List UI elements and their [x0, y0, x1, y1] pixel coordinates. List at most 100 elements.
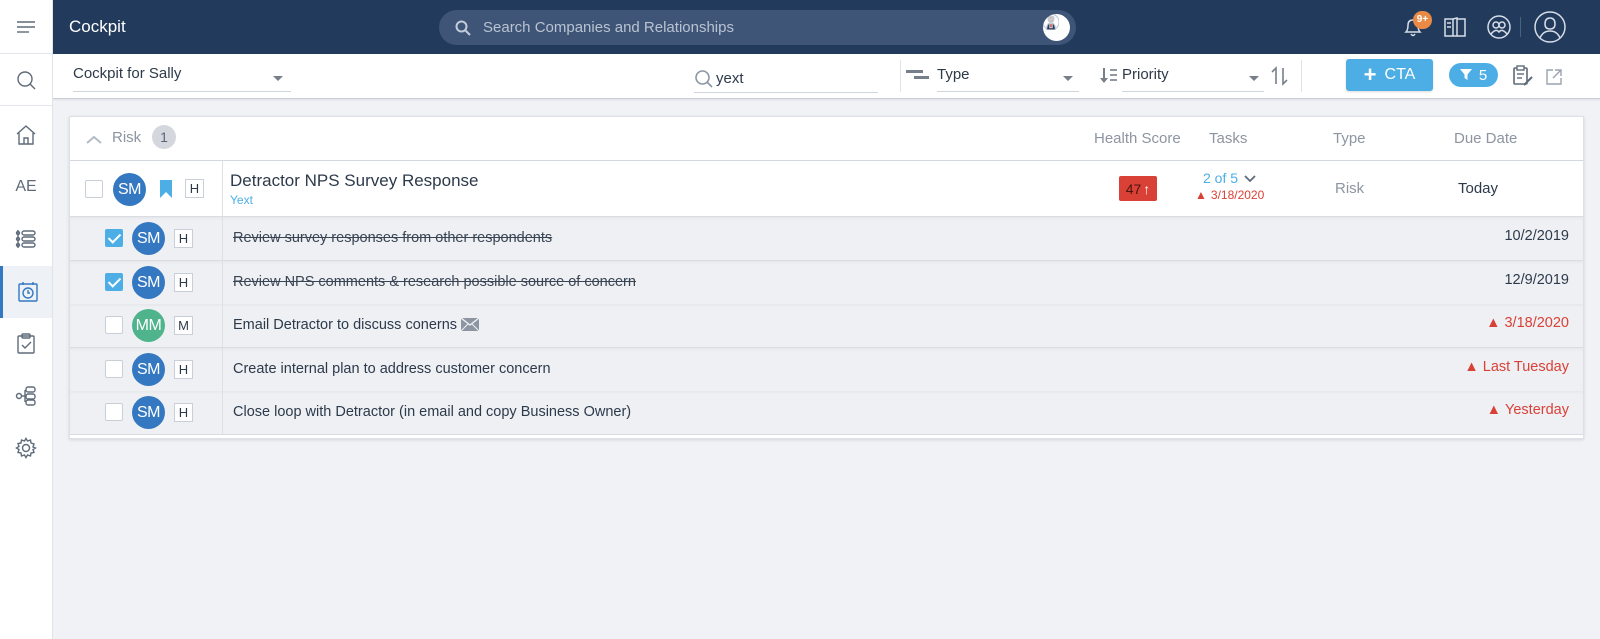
task-checkbox[interactable]	[105, 272, 123, 291]
column-divider	[222, 260, 223, 304]
clipboard-edit-icon[interactable]	[1512, 65, 1534, 87]
user-profile-icon	[1534, 11, 1566, 43]
bookmark-icon[interactable]	[160, 180, 172, 198]
toolbar-divider	[1301, 60, 1302, 92]
user-profile-button[interactable]	[1534, 11, 1566, 43]
filter-button[interactable]: 5	[1449, 63, 1498, 87]
sort-direction-icon[interactable]	[1271, 66, 1289, 86]
task-due-date: ▲ 3/18/2020	[1486, 315, 1569, 331]
health-score-badge: 47 ↑	[1119, 176, 1157, 201]
task-title[interactable]: Review survey responses from other respo…	[233, 230, 552, 246]
task-title[interactable]: Review NPS comments & research possible …	[233, 274, 636, 290]
chevron-up-icon[interactable]	[84, 130, 104, 148]
tasks-due-date: ▲ 3/18/2020	[1195, 188, 1264, 202]
task-row[interactable]: SM H Create internal plan to address custo…	[70, 347, 1583, 392]
task-row[interactable]: SM H Review NPS comments & research possib…	[70, 260, 1583, 305]
task-due-value: 10/2/2019	[1504, 228, 1569, 244]
cta-due-date: Today	[1458, 180, 1499, 197]
rail-search-button[interactable]	[0, 54, 52, 106]
column-divider	[222, 304, 223, 348]
task-title-text: Close loop with Detractor (in email and …	[233, 404, 632, 421]
cta-row[interactable]: SM H Detractor NPS Survey Response Yext …	[70, 161, 1583, 217]
task-row[interactable]: SM H Review survey responses from other re…	[70, 217, 1583, 261]
clipboard-check-icon	[17, 333, 35, 354]
rail-item-hierarchy[interactable]	[0, 370, 52, 422]
priority-badge: H	[185, 179, 204, 198]
task-title-text: Email Detractor to discuss conerns	[233, 317, 458, 334]
resources-button[interactable]	[1442, 14, 1468, 40]
rail-item-cockpit[interactable]	[0, 266, 52, 318]
rail-item-settings[interactable]	[0, 422, 52, 474]
people-button[interactable]	[1486, 14, 1512, 40]
cta-title[interactable]: Detractor NPS Survey Response	[230, 171, 479, 191]
task-title[interactable]: Create internal plan to address customer…	[233, 361, 551, 377]
cockpit-toolbar: Cockpit for Sally Type Priority + CTA 5	[53, 54, 1600, 99]
priority-badge: H	[174, 403, 193, 423]
column-header-health-score[interactable]: Health Score	[1094, 130, 1181, 147]
warning-icon: ▲	[1486, 402, 1502, 419]
people-icon	[1487, 15, 1511, 39]
rail-item-ae-label: AE	[15, 178, 37, 195]
home-icon	[16, 125, 36, 145]
app-title: Cockpit	[69, 17, 126, 36]
cockpit-search-input[interactable]	[716, 70, 866, 87]
task-due-value: 12/9/2019	[1504, 271, 1569, 288]
task-title-text: Review survey responses from other respo…	[233, 230, 553, 246]
task-row[interactable]: SM H Close loop with Detractor (in email a…	[70, 391, 1583, 436]
column-header-type[interactable]: Type	[1333, 130, 1366, 147]
rail-item-list[interactable]	[0, 213, 52, 265]
rail-item-home[interactable]	[0, 109, 52, 161]
column-divider	[222, 217, 223, 260]
rail-item-ae[interactable]: AE	[0, 161, 52, 213]
search-icon	[455, 20, 471, 36]
task-title-text: Review NPS comments & research possible …	[233, 273, 636, 290]
avatar: SM	[113, 173, 146, 206]
header-divider	[1520, 17, 1521, 37]
task-title[interactable]: Close loop with Detractor (in email and …	[233, 404, 631, 420]
chevron-down-icon	[273, 76, 283, 81]
group-count-badge: 1	[152, 125, 176, 149]
header-actions: 9+	[1370, 0, 1600, 54]
gear-icon	[15, 437, 37, 459]
task-due-value: 3/18/2020	[1504, 315, 1569, 332]
company-link[interactable]: Yext	[230, 193, 253, 207]
add-cta-button[interactable]: + CTA	[1346, 59, 1433, 91]
column-header-tasks[interactable]: Tasks	[1209, 130, 1247, 147]
tasks-progress: 2 of 5	[1203, 170, 1239, 186]
task-checkbox[interactable]	[105, 229, 123, 247]
export-icon[interactable]	[1545, 68, 1563, 86]
tasks-toggle[interactable]: 2 of 5	[1203, 170, 1256, 186]
search-icon	[17, 70, 36, 89]
warning-icon: ▲	[1195, 188, 1207, 202]
cockpit-search[interactable]	[694, 65, 878, 93]
task-checkbox[interactable]	[105, 403, 123, 422]
column-header-due-date[interactable]: Due Date	[1454, 130, 1517, 147]
chevron-down-icon	[1063, 76, 1073, 81]
search-icon	[695, 69, 713, 88]
task-due-value: Yesterday	[1505, 402, 1569, 419]
arrow-up-icon: ↑	[1143, 180, 1151, 197]
email-icon	[461, 318, 480, 332]
cta-checkbox[interactable]	[85, 180, 103, 198]
filter-icon	[1459, 69, 1472, 80]
avatar: SM	[132, 396, 165, 430]
assistant-avatar[interactable]	[1043, 14, 1070, 41]
type-select-value: Type	[937, 66, 970, 83]
task-checkbox[interactable]	[105, 316, 123, 335]
notifications-button[interactable]: 9+	[1400, 11, 1432, 40]
global-search-input[interactable]	[483, 19, 1003, 36]
hierarchy-icon	[15, 386, 36, 406]
menu-button[interactable]	[0, 0, 52, 54]
warning-icon: ▲	[1464, 358, 1479, 375]
group-header: Risk 1 Health Score Tasks Type Due Date	[70, 117, 1583, 161]
task-due-value: Last Tuesday	[1482, 358, 1569, 375]
cockpit-select[interactable]: Cockpit for Sally	[73, 62, 291, 92]
task-title[interactable]: Email Detractor to discuss conerns	[233, 317, 480, 334]
type-select[interactable]: Type	[937, 62, 1079, 92]
task-row[interactable]: MM M Email Detractor to discuss conerns ▲ 3/…	[70, 304, 1583, 349]
avatar: SM	[132, 265, 165, 299]
priority-select[interactable]: Priority	[1122, 62, 1264, 92]
rail-item-tasks[interactable]	[0, 318, 52, 370]
global-search[interactable]	[439, 10, 1076, 45]
task-checkbox[interactable]	[105, 359, 123, 378]
